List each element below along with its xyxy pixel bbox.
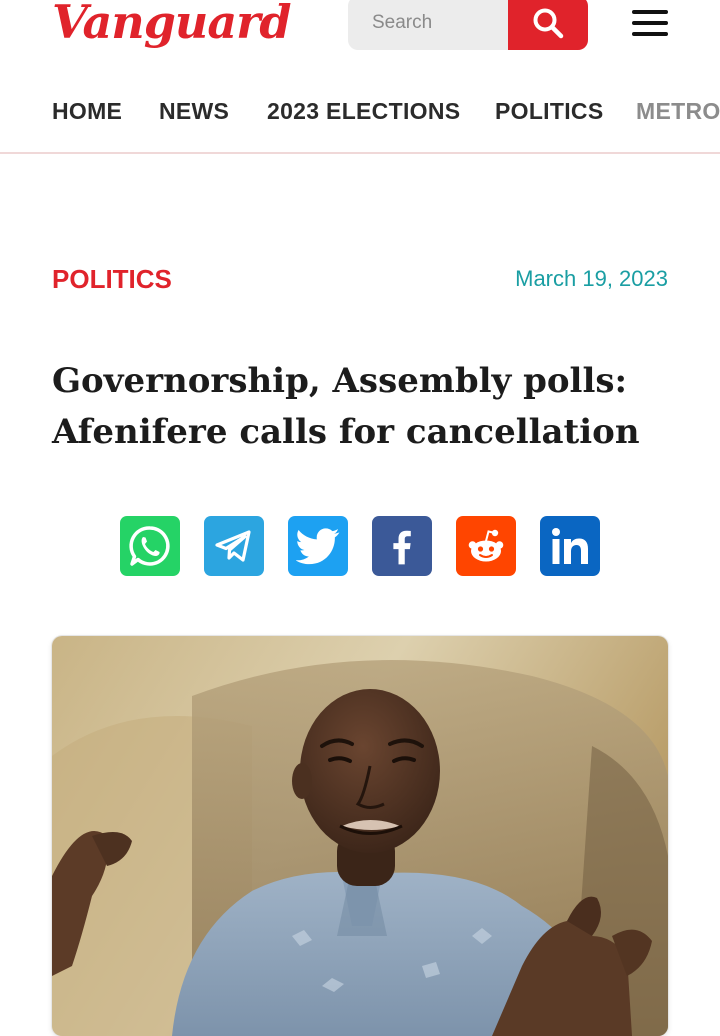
portrait-photo bbox=[52, 636, 668, 1036]
nav-item-home[interactable]: HOME bbox=[52, 98, 122, 125]
whatsapp-icon bbox=[129, 526, 170, 566]
twitter-share-button[interactable] bbox=[288, 516, 348, 576]
search-icon bbox=[533, 8, 564, 39]
search-input[interactable] bbox=[348, 0, 508, 50]
facebook-share-button[interactable] bbox=[372, 516, 432, 576]
article-category[interactable]: POLITICS bbox=[52, 264, 172, 295]
article-headline: Governorship, Assembly polls: Afenifere … bbox=[52, 361, 640, 452]
telegram-share-button[interactable] bbox=[204, 516, 264, 576]
telegram-icon bbox=[215, 530, 251, 562]
nav-item-metro[interactable]: METRO bbox=[636, 98, 720, 125]
reddit-share-button[interactable] bbox=[456, 516, 516, 576]
nav-item-news[interactable]: NEWS bbox=[159, 98, 229, 125]
nav-item-2023-elections[interactable]: 2023 ELECTIONS bbox=[267, 98, 460, 125]
hamburger-menu-button[interactable] bbox=[628, 8, 670, 40]
whatsapp-share-button[interactable] bbox=[120, 516, 180, 576]
hamburger-menu-icon bbox=[632, 10, 668, 14]
linkedin-share-button[interactable] bbox=[540, 516, 600, 576]
search-button[interactable] bbox=[508, 0, 588, 50]
reddit-icon bbox=[468, 529, 504, 562]
facebook-icon bbox=[393, 530, 411, 565]
twitter-icon bbox=[296, 528, 340, 565]
hamburger-line bbox=[632, 21, 668, 25]
search-bar bbox=[348, 0, 588, 50]
site-logo[interactable]: Vanguard bbox=[52, 0, 292, 52]
article-date: March 19, 2023 bbox=[515, 266, 668, 291]
linkedin-icon bbox=[552, 528, 588, 564]
article-featured-image bbox=[52, 636, 668, 1036]
nav-item-politics[interactable]: POLITICS bbox=[495, 98, 603, 125]
hamburger-line bbox=[632, 32, 668, 36]
main-nav: HOME NEWS 2023 ELECTIONS POLITICS METRO bbox=[0, 88, 720, 154]
